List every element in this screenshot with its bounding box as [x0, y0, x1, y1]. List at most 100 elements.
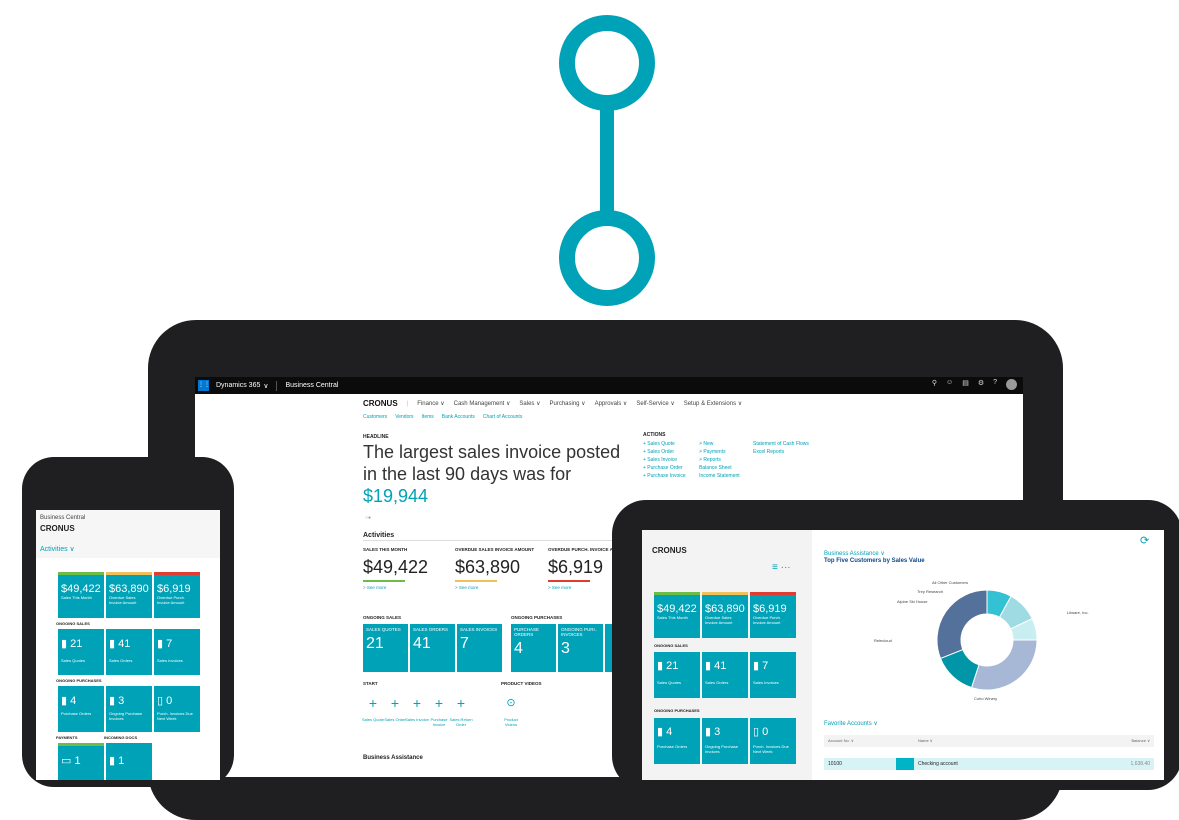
- tablet-screen: CRONUS ≡ ··· $49,422 Sales This Month $63…: [642, 530, 1164, 780]
- start-label: START: [363, 681, 378, 686]
- company-name[interactable]: CRONUS: [363, 399, 398, 408]
- plus-icon[interactable]: +: [451, 693, 471, 713]
- chart-label: Litware, Inc.: [1067, 610, 1089, 615]
- tablet-purch-due[interactable]: ▯ 0 Purch. Invoices Due Next Week: [750, 718, 796, 764]
- app-launcher-icon[interactable]: ⋮⋮: [198, 380, 210, 391]
- kpi-overdue-purch[interactable]: OVERDUE PURCH. INVOICE AM $6,919 > See m…: [548, 547, 617, 590]
- phone-sales-quotes[interactable]: ▮ 21 Sales Quotes: [58, 629, 104, 675]
- subnav-customers[interactable]: Customers: [363, 414, 387, 420]
- kpi-overdue-sales[interactable]: OVERDUE SALES INVOICE AMOUNT $63,890 > S…: [455, 547, 534, 590]
- action-link[interactable]: + Sales Order: [643, 448, 686, 456]
- tablet-kpi-2[interactable]: $63,890 Overdue Sales Invoice Amount: [702, 592, 748, 638]
- col-balance[interactable]: Balance ∨: [1132, 738, 1151, 743]
- donut-slice[interactable]: [936, 589, 988, 660]
- nav-selfservice[interactable]: Self-Service ∨: [636, 400, 674, 407]
- tablet-sales-invoices[interactable]: ▮ 7 Sales Invoices: [750, 652, 796, 698]
- action-link[interactable]: Statement of Cash Flows: [753, 440, 809, 448]
- phone-sales-orders[interactable]: ▮ 41 Sales Orders: [106, 629, 152, 675]
- action-link[interactable]: + Sales Quote: [643, 440, 686, 448]
- phone-purchase-invoices[interactable]: ▮ 3 Ongoing Purchase Invoices: [106, 686, 152, 732]
- action-link[interactable]: Balance Sheet: [699, 464, 740, 472]
- start-sales-order[interactable]: Sales Order: [383, 717, 407, 722]
- favorite-accounts[interactable]: Favorite Accounts ∨: [824, 720, 878, 727]
- nav-setup[interactable]: Setup & Extensions ∨: [684, 400, 742, 407]
- plus-icon[interactable]: +: [407, 693, 427, 713]
- subnav-vendors[interactable]: Vendors: [395, 414, 413, 420]
- plus-icon[interactable]: +: [385, 693, 405, 713]
- action-link[interactable]: > Reports: [699, 456, 740, 464]
- phone-kpi-3[interactable]: $6,919 Overdue Purch. Invoice Amount: [154, 572, 200, 618]
- phone-payments-tile[interactable]: ▭ 1: [58, 743, 104, 780]
- phone-kpi-1[interactable]: $49,422 Sales This Month: [58, 572, 104, 618]
- donut-slice[interactable]: [970, 639, 1038, 691]
- start-sales-invoice[interactable]: Sales Invoice: [405, 717, 429, 722]
- help-icon[interactable]: ?: [993, 379, 997, 390]
- carousel-dots[interactable]: ○●: [365, 515, 371, 521]
- tile-purchase-invoices[interactable]: ONGOING PURI.. INVOICES 3: [558, 624, 603, 672]
- chart-label: Alpine Ski House: [897, 599, 928, 604]
- refresh-icon[interactable]: ⟳: [1140, 534, 1149, 547]
- subnav-items[interactable]: Items: [422, 414, 434, 420]
- phone-purch-due[interactable]: ▯ 0 Purch. Invoices Due Next Week: [154, 686, 200, 732]
- phone-activities[interactable]: Activities ∨: [40, 545, 75, 553]
- tablet-sales-orders[interactable]: ▮ 41 Sales Orders: [702, 652, 748, 698]
- table-row[interactable]: 10100 Checking account 1,638.40: [824, 758, 1154, 770]
- connector-logo: [559, 15, 655, 306]
- play-icon[interactable]: ⊙: [501, 693, 521, 713]
- tablet-sales-quotes[interactable]: ▮ 21 Sales Quotes: [654, 652, 700, 698]
- action-link[interactable]: + Purchase Invoice: [643, 472, 686, 480]
- action-link[interactable]: > New: [699, 440, 740, 448]
- phone-ongoing-purchases: ONGOING PURCHASES: [56, 678, 102, 683]
- action-link[interactable]: + Sales Invoice: [643, 456, 686, 464]
- chart-label: All Other Customers: [932, 580, 969, 585]
- chevron-down-icon: ∨: [263, 382, 269, 390]
- tablet-kpi-3[interactable]: $6,919 Overdue Purch. Invoice Amount: [750, 592, 796, 638]
- subnav-bank[interactable]: Bank Accounts: [442, 414, 475, 420]
- tile-sales-orders[interactable]: SALES ORDERS 41: [410, 624, 455, 672]
- phone-sales-invoices[interactable]: ▮ 7 Sales Invoices: [154, 629, 200, 675]
- col-name[interactable]: Name ∨: [918, 738, 933, 743]
- action-link[interactable]: > Payments: [699, 448, 740, 456]
- avatar[interactable]: [1006, 379, 1017, 390]
- phone-product: Business Central: [40, 515, 86, 521]
- nav-sales[interactable]: Sales ∨: [519, 400, 540, 407]
- product-videos-link[interactable]: Product Videos: [499, 717, 523, 727]
- kpi-sales-this-month[interactable]: SALES THIS MONTH $49,422 > See more: [363, 547, 428, 590]
- col-account-no[interactable]: Account No. ∨: [828, 738, 854, 743]
- tile-purchase-orders[interactable]: PURCHASE ORDERS 4: [511, 624, 556, 672]
- phone-purchase-orders[interactable]: ▮ 4 Purchase Orders: [58, 686, 104, 732]
- smile-icon[interactable]: ☺: [946, 379, 953, 390]
- actions-col-3: Statement of Cash Flows Excel Reports: [753, 440, 809, 456]
- subnav-coa[interactable]: Chart of Accounts: [483, 414, 522, 420]
- nav-cash[interactable]: Cash Management ∨: [454, 400, 511, 407]
- chart-label: Coho Winery: [974, 696, 998, 701]
- action-link[interactable]: + Purchase Order: [643, 464, 686, 472]
- gear-icon[interactable]: ⚙: [978, 379, 984, 390]
- app-name[interactable]: Dynamics 365: [216, 382, 260, 389]
- hamburger-icon[interactable]: ≡ ···: [772, 562, 791, 573]
- tablet-purchase-invoices[interactable]: ▮ 3 Ongoing Purchase Invoices: [702, 718, 748, 764]
- nav-purchasing[interactable]: Purchasing ∨: [549, 400, 585, 407]
- product-videos-label: PRODUCT VIDEOS: [501, 681, 542, 686]
- notes-icon[interactable]: ▤: [962, 379, 969, 390]
- tablet-business-assistance[interactable]: Business Assistance ∨: [824, 550, 885, 557]
- action-link[interactable]: Income Statement: [699, 472, 740, 480]
- start-sales-return[interactable]: Sales Return Order: [449, 717, 473, 727]
- tile-sales-invoices[interactable]: SALES INVOICES 7: [457, 624, 502, 672]
- action-link[interactable]: Excel Reports: [753, 448, 809, 456]
- plus-icon[interactable]: +: [429, 693, 449, 713]
- start-purchase-invoice[interactable]: Purchase Invoice: [427, 717, 451, 727]
- nav-finance[interactable]: Finance ∨: [417, 400, 444, 407]
- search-icon[interactable]: ⚲: [932, 379, 937, 390]
- phone-incoming-tile[interactable]: ▮ 1: [106, 743, 152, 780]
- nav-approvals[interactable]: Approvals ∨: [595, 400, 628, 407]
- tablet-purchase-orders[interactable]: ▮ 4 Purchase Orders: [654, 718, 700, 764]
- start-sales-quote[interactable]: Sales Quote: [361, 717, 385, 722]
- main-nav: CRONUS | Finance ∨ Cash Management ∨ Sal…: [363, 399, 743, 408]
- donut-chart: [936, 589, 1038, 691]
- tile-sales-quotes[interactable]: SALES QUOTES 21: [363, 624, 408, 672]
- headline-amount[interactable]: $19,944: [363, 486, 428, 506]
- phone-kpi-2[interactable]: $63,890 Overdue Sales Invoice Amount: [106, 572, 152, 618]
- tablet-kpi-1[interactable]: $49,422 Sales This Month: [654, 592, 700, 638]
- plus-icon[interactable]: +: [363, 693, 383, 713]
